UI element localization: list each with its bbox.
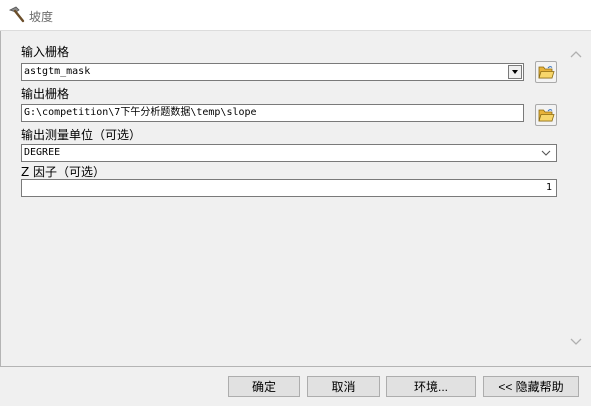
dialog-footer: 确定 取消 环境... << 隐藏帮助	[0, 367, 591, 406]
window-title: 坡度	[29, 10, 54, 24]
output-measurement-label: 输出测量单位（可选）	[21, 128, 142, 142]
output-raster-input[interactable]: G:\competition\7下午分析题数据\temp\slope	[21, 104, 524, 122]
title-bar: 坡度	[0, 0, 591, 31]
chevron-up-icon[interactable]	[569, 49, 583, 59]
output-measurement-select[interactable]: DEGREE	[21, 144, 557, 162]
ok-button[interactable]: 确定	[228, 376, 300, 397]
folder-open-icon	[538, 109, 555, 122]
input-raster-combobox[interactable]: astgtm_mask	[21, 63, 524, 81]
input-raster-browse-button[interactable]	[535, 61, 557, 83]
output-raster-value: G:\competition\7下午分析题数据\temp\slope	[24, 107, 257, 118]
hide-help-button[interactable]: << 隐藏帮助	[483, 376, 579, 397]
output-raster-label: 输出栅格	[21, 87, 70, 101]
cancel-button[interactable]: 取消	[307, 376, 380, 397]
folder-open-icon	[538, 66, 555, 79]
environments-button[interactable]: 环境...	[386, 376, 476, 397]
tool-parameters-panel: 输入栅格 astgtm_mask 输出栅格 G:\competition\7下午…	[0, 31, 591, 367]
z-factor-value: 1	[545, 182, 552, 193]
hammer-icon	[8, 6, 25, 23]
input-raster-label: 输入栅格	[21, 45, 70, 59]
dropdown-arrow-icon[interactable]	[508, 65, 522, 79]
z-factor-input[interactable]: 1	[21, 179, 557, 197]
output-measurement-value: DEGREE	[24, 147, 61, 158]
chevron-down-icon	[541, 150, 551, 156]
output-raster-browse-button[interactable]	[535, 104, 557, 126]
input-raster-value: astgtm_mask	[24, 66, 91, 77]
z-factor-label: Z 因子（可选）	[21, 165, 106, 179]
chevron-down-icon[interactable]	[569, 337, 583, 347]
